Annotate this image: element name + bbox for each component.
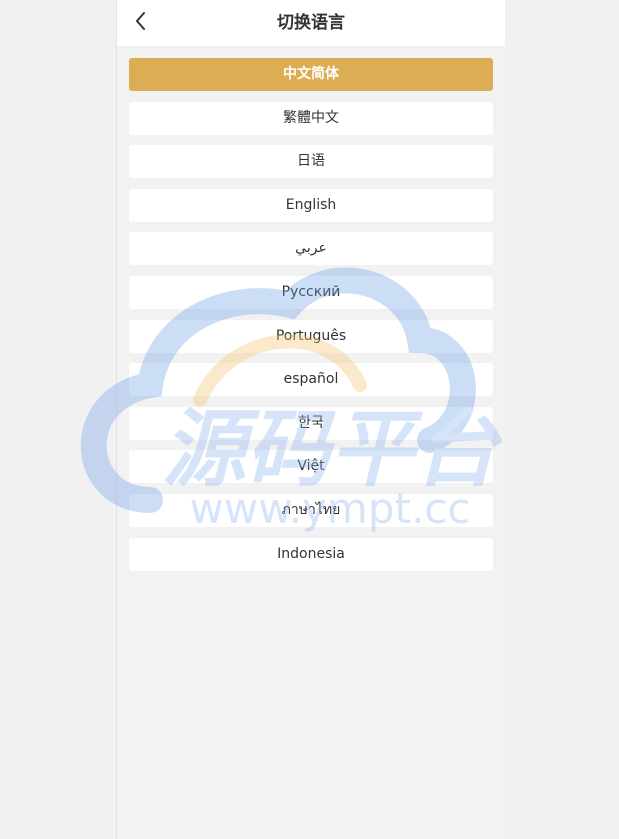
language-option-ar[interactable]: عربي [129, 232, 493, 266]
language-option-ko[interactable]: 한국 [129, 406, 493, 440]
language-option-ja[interactable]: 日语 [129, 145, 493, 179]
language-option-en[interactable]: English [129, 188, 493, 222]
language-option-th[interactable]: ภาษาไทย [129, 493, 493, 527]
language-option-ru[interactable]: Русский [129, 275, 493, 309]
page-title: 切换语言 [277, 13, 345, 33]
language-option-id[interactable]: Indonesia [129, 537, 493, 571]
language-option-zh-cn[interactable]: 中文简体 [129, 58, 493, 91]
language-option-es[interactable]: español [129, 363, 493, 397]
language-option-pt[interactable]: Português [129, 319, 493, 353]
back-button[interactable] [131, 10, 153, 32]
page: 切换语言 中文简体 繁體中文 日语 English عربي Русский P… [0, 0, 619, 839]
language-option-vi[interactable]: Việt [129, 450, 493, 484]
header-bar: 切换语言 [117, 0, 505, 46]
app-screen: 切换语言 中文简体 繁體中文 日语 English عربي Русский P… [116, 0, 505, 839]
language-list: 中文简体 繁體中文 日语 English عربي Русский Portug… [129, 58, 493, 581]
chevron-left-icon [136, 12, 145, 30]
language-option-zh-tw[interactable]: 繁體中文 [129, 101, 493, 135]
